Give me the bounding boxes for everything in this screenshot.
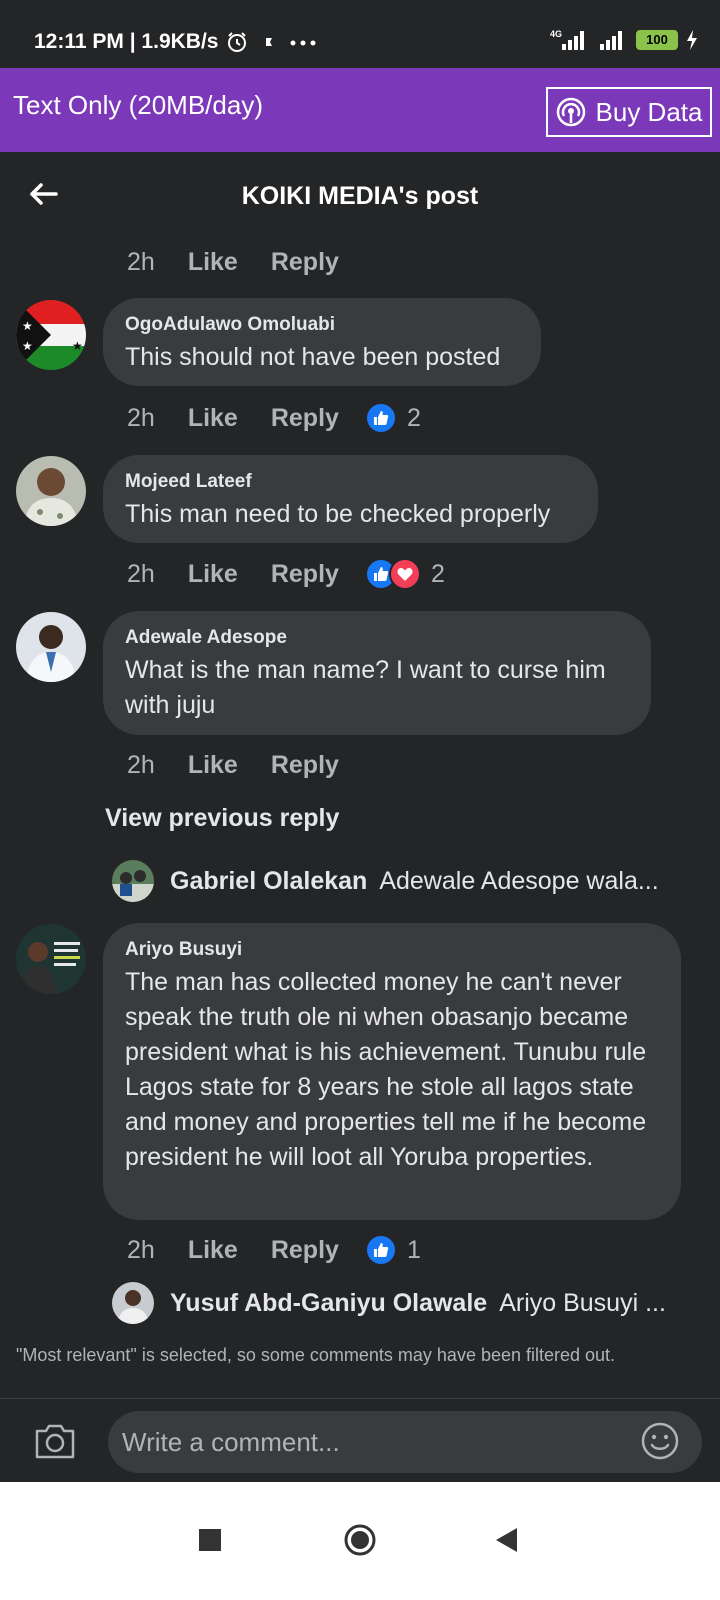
comment-text: This should not have been posted [125,343,501,371]
reply-button[interactable]: Reply [271,560,339,589]
reaction-count: 1 [406,1235,421,1264]
comment-time: 2h [127,247,155,276]
view-previous-reply-link[interactable]: View previous reply [105,804,339,833]
reply-text: Adewale Adesope wala... [379,866,659,895]
reply-button[interactable]: Reply [271,404,339,433]
emoji-icon[interactable] [640,1421,680,1461]
status-bar: 12:11 PM | 1.9KB/s 4G 100 [0,0,720,68]
camera-icon[interactable] [34,1421,76,1461]
avatar[interactable]: ★ ★ ★ [16,300,86,370]
reply-button[interactable]: Reply [271,751,339,780]
comment-time: 2h [127,403,155,432]
reactions-summary[interactable]: 2 [364,402,421,434]
comment-author[interactable]: Ariyo Busuyi [125,939,659,961]
signal-4g-icon: 4G [550,29,584,50]
thumbs-up-icon [364,402,397,434]
signal-icon [600,31,622,50]
status-time: 12:11 PM | 1.9KB/s [34,30,219,53]
reply-button[interactable]: Reply [271,1236,339,1265]
triangle-back-icon [496,1528,517,1552]
comment-text: What is the man name? I want to curse hi… [125,656,606,719]
svg-text:4G: 4G [550,29,562,39]
comment-composer [0,1398,720,1482]
square-icon [199,1529,221,1551]
reply-preview[interactable]: Gabriel Olalekan Adewale Adesope wala... [112,860,659,902]
comment-actions: 2h Like Reply 2 [127,400,421,436]
avatar[interactable] [16,456,86,526]
svg-text:★: ★ [22,319,33,333]
like-button[interactable]: Like [188,1236,238,1265]
comment-time: 2h [127,559,155,588]
back-button[interactable] [482,1516,530,1564]
comment-bubble[interactable]: OgoAdulawo Omoluabi This should not have… [103,298,541,386]
like-button[interactable]: Like [188,751,238,780]
svg-text:★: ★ [72,339,83,353]
reactions-summary[interactable]: 2 [364,558,445,590]
comment-actions: 2h Like Reply 2 [127,556,445,592]
comment-author[interactable]: Adewale Adesope [125,627,629,649]
reply-text: Ariyo Busuyi ... [499,1288,666,1317]
avatar [112,860,154,902]
comment-actions: 2h Like Reply 1 [127,1232,421,1268]
home-button[interactable] [336,1516,384,1564]
svg-text:★: ★ [22,339,33,353]
heart-icon [388,558,421,590]
avatar[interactable] [16,924,86,994]
reactions-summary[interactable]: 1 [364,1234,421,1266]
reply-preview[interactable]: Yusuf Abd-Ganiyu Olawale Ariyo Busuyi ..… [112,1282,666,1324]
comment-bubble[interactable]: Adewale Adesope What is the man name? I … [103,611,651,735]
comment-bubble[interactable]: Ariyo Busuyi The man has collected money… [103,923,681,1220]
comment-author[interactable]: OgoAdulawo Omoluabi [125,314,519,336]
comment-author[interactable]: Mojeed Lateef [125,471,576,493]
filter-notice: "Most relevant" is selected, so some com… [16,1345,616,1365]
comment-text: The man has collected money he can't nev… [125,968,647,1171]
avatar [112,1282,154,1324]
circle-home-icon [344,1524,376,1556]
recents-button[interactable] [186,1516,234,1564]
like-button[interactable]: Like [188,560,238,589]
like-button[interactable]: Like [188,404,238,433]
buy-data-label: Buy Data [595,96,703,127]
reply-author: Yusuf Abd-Ganiyu Olawale [170,1288,488,1317]
comment-actions: 2h Like Reply [127,244,339,280]
reply-button[interactable]: Reply [271,248,339,277]
broadcast-icon [556,97,585,127]
battery-icon: 100 [636,30,678,50]
comment-input[interactable] [108,1411,702,1473]
comment-time: 2h [127,750,155,779]
data-plan-label: Text Only (20MB/day) [13,90,263,120]
thumbs-up-icon [364,1234,397,1266]
notification-icon [266,38,272,46]
alarm-icon [228,32,246,52]
reaction-count: 2 [406,403,421,432]
reply-author: Gabriel Olalekan [170,866,368,895]
avatar[interactable] [16,612,86,682]
comment-time: 2h [127,1235,155,1264]
system-nav-bar [0,1482,720,1600]
post-header: KOIKI MEDIA's post [0,152,720,238]
charging-icon [687,30,697,50]
buy-data-button[interactable]: Buy Data [546,87,712,137]
comment-actions: 2h Like Reply [127,747,339,783]
more-notifications-icon [290,40,316,46]
page-title: KOIKI MEDIA's post [241,182,479,210]
data-saver-bar: Text Only (20MB/day) Buy Data [0,68,720,152]
comment-text: This man need to be checked properly [125,500,551,528]
reaction-count: 2 [430,559,445,588]
like-button[interactable]: Like [188,248,238,277]
comment-bubble[interactable]: Mojeed Lateef This man need to be checke… [103,455,598,543]
